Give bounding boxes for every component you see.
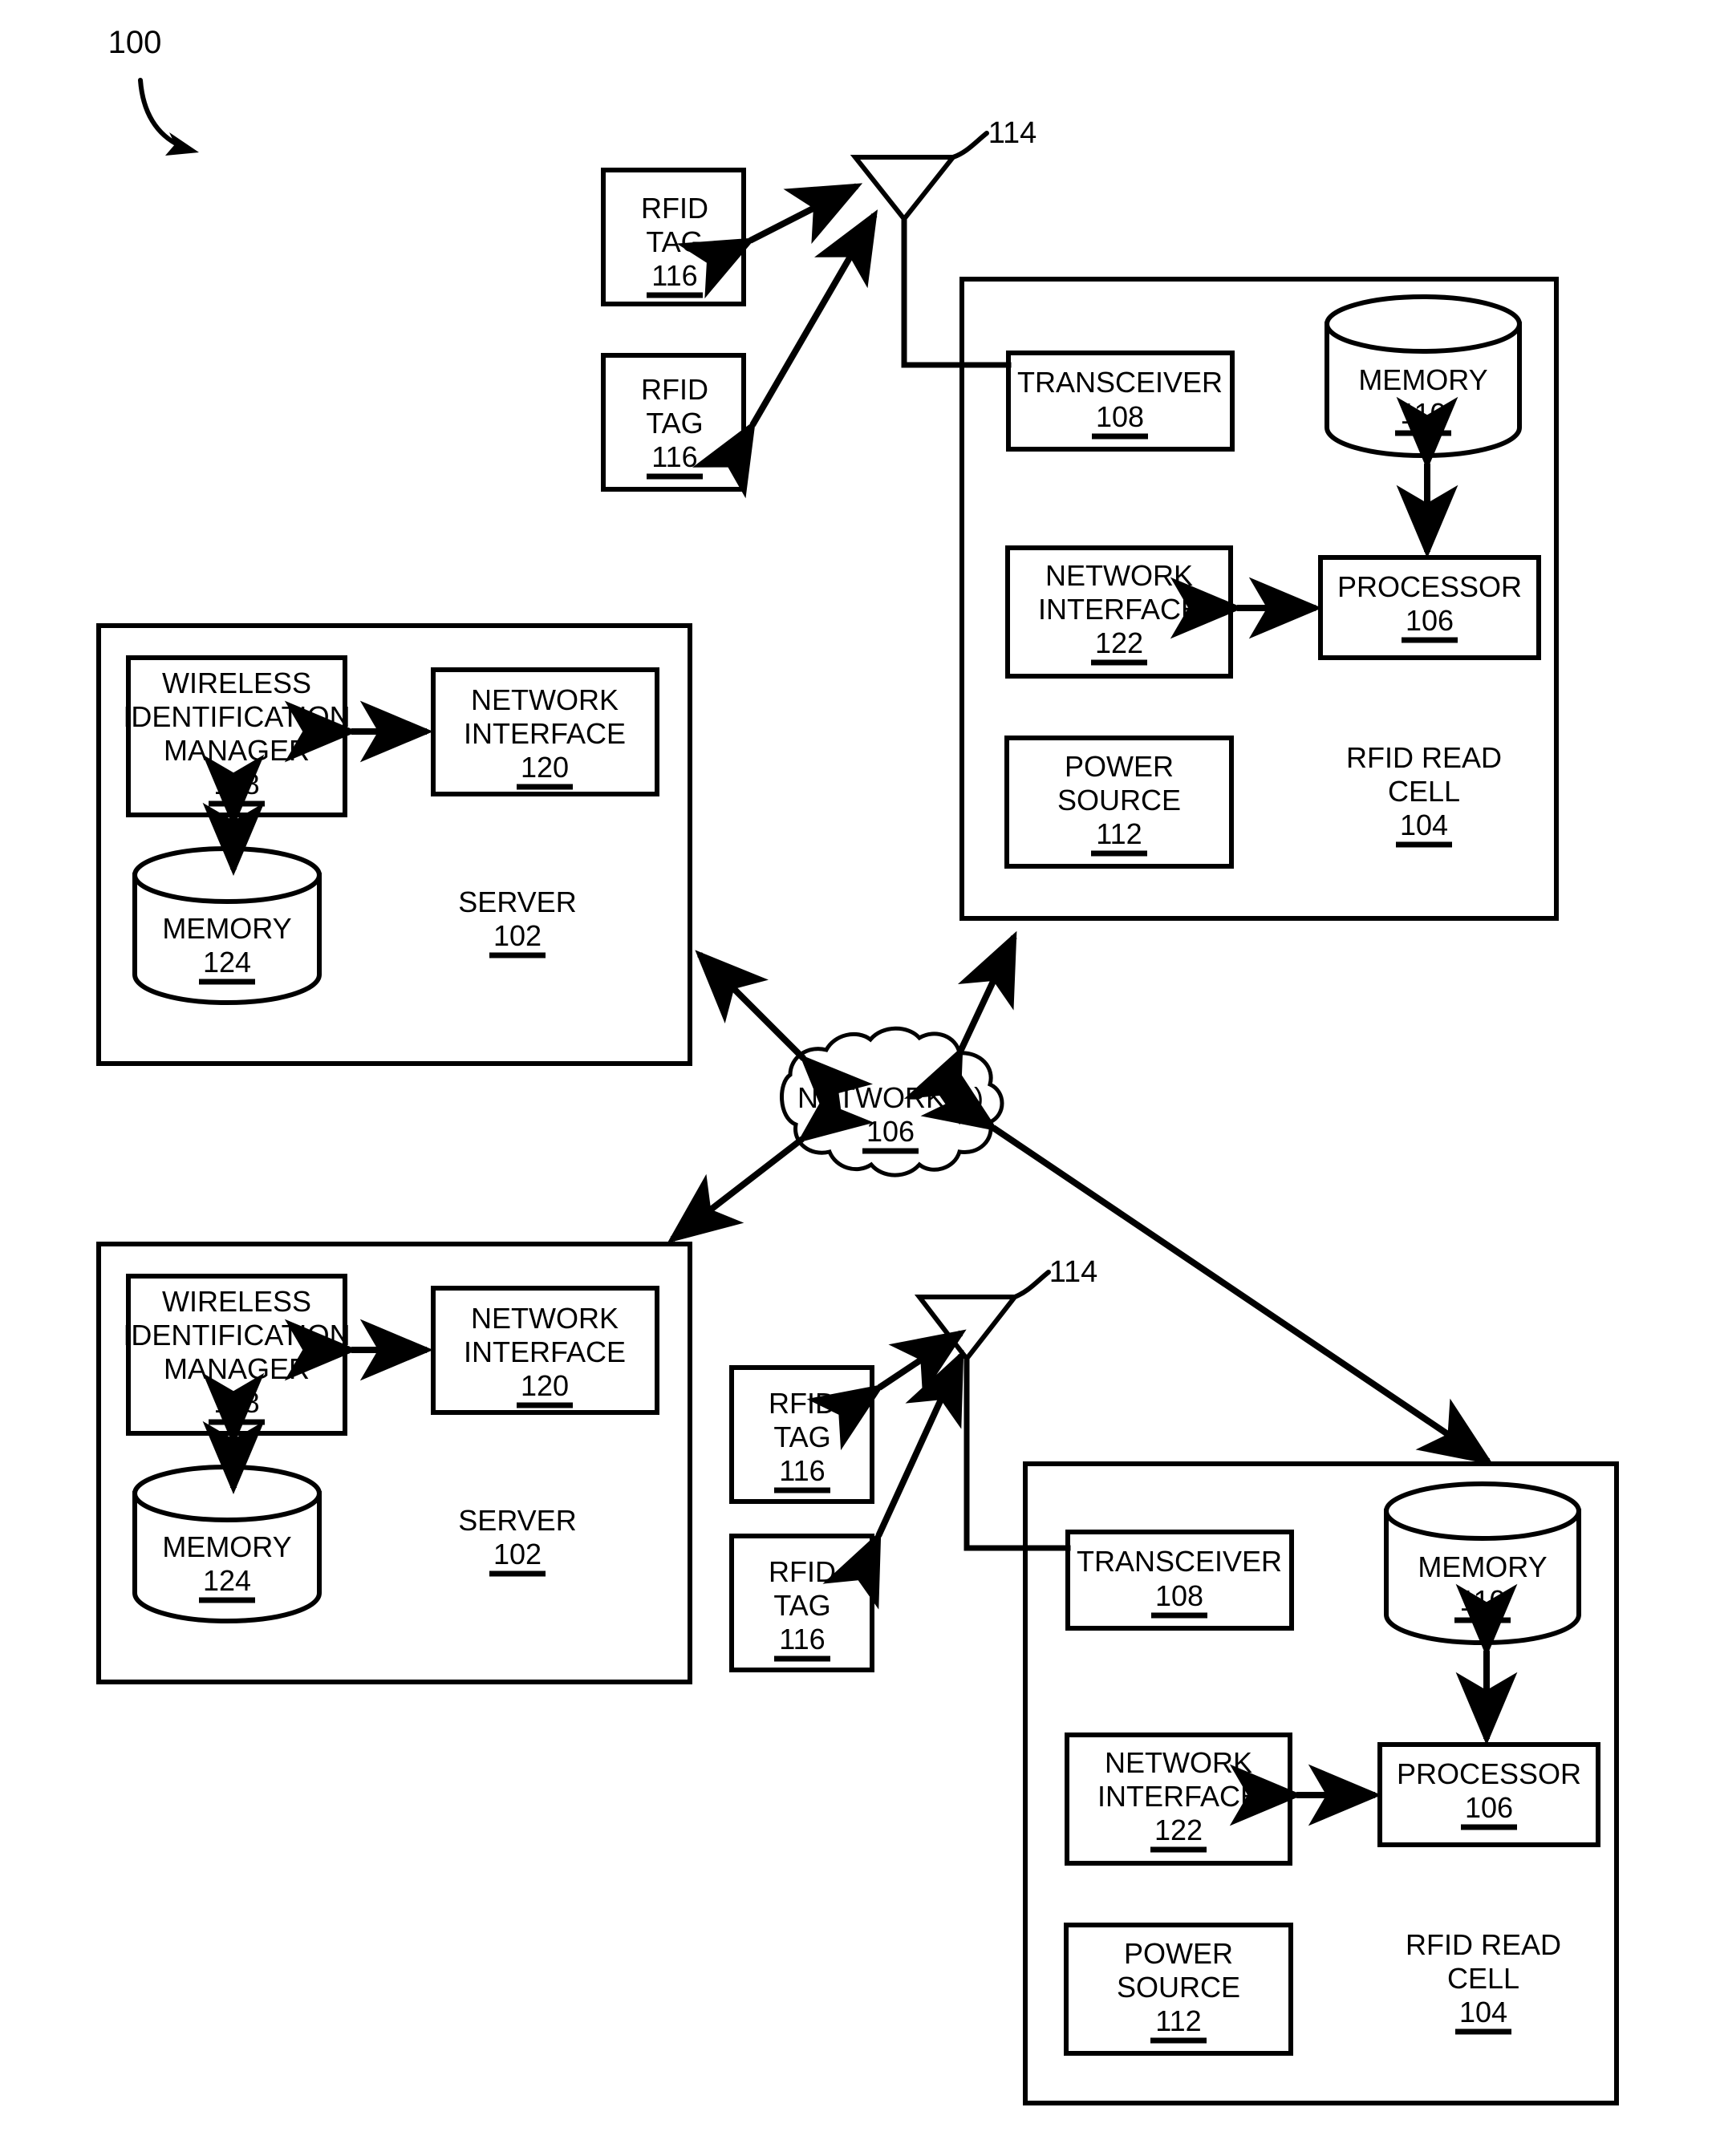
cloud-bottom-cell-link [920, 1064, 1494, 1465]
network-cloud-ref: 106 [866, 1115, 915, 1148]
transceiver-label: TRANSCEIVER [1017, 366, 1223, 399]
rfid-read-cell-line2: CELL [1388, 775, 1460, 808]
power-source-line2: SOURCE [1057, 784, 1181, 817]
rfid-tag-ref: 116 [651, 259, 697, 292]
network-interface-line1: NETWORK [471, 683, 619, 716]
network-cloud-label: NETWORK(S) [797, 1081, 984, 1114]
rfid-tag-ref: 116 [779, 1454, 825, 1487]
cloud-top-cell-link [903, 930, 1017, 1125]
server-title: SERVER [458, 1504, 576, 1537]
memory-label: MEMORY [162, 1530, 291, 1563]
wim-line3: MANAGER [164, 734, 310, 767]
rfid-tag-line2: TAG [646, 407, 703, 440]
network-interface-line2: INTERFACE [1038, 593, 1200, 626]
network-interface-ref: 122 [1154, 1814, 1203, 1846]
rfid-read-cell-ref: 104 [1459, 1996, 1507, 2028]
power-source-line2: SOURCE [1117, 1971, 1240, 2004]
server-ref: 102 [493, 919, 542, 952]
memory-ref: 124 [203, 946, 251, 979]
power-source-ref: 112 [1155, 2004, 1201, 2037]
antenna-ref: 114 [1049, 1255, 1098, 1289]
antenna-ref: 114 [988, 116, 1037, 150]
wim-line3: MANAGER [164, 1352, 310, 1385]
rfid-tag-line1: RFID [769, 1555, 836, 1588]
antenna-feed-wire [901, 216, 1012, 368]
memory-ref: 110 [1400, 397, 1446, 430]
network-interface-line1: NETWORK [471, 1302, 619, 1335]
rfid-tag-line1: RFID [641, 373, 708, 406]
figure-number: 100 [108, 25, 162, 60]
network-interface-line2: INTERFACE [1097, 1780, 1260, 1813]
figure-canvas: 100 RFID TAG 116 RFID TAG 116 114 TRANSC… [0, 0, 1716, 2156]
network-interface-ref: 120 [521, 751, 569, 784]
transceiver-ref: 108 [1096, 400, 1144, 433]
processor-label: PROCESSOR [1397, 1757, 1581, 1790]
rfid-tag-line2: TAG [773, 1420, 830, 1453]
diagram-svg: 100 RFID TAG 116 RFID TAG 116 114 TRANSC… [96, 25, 1619, 2105]
rfid-tag-ref: 116 [779, 1623, 825, 1656]
rfid-read-cell-line1: RFID READ [1406, 1928, 1561, 1961]
wim-ref: 118 [213, 1386, 259, 1419]
memory-label: MEMORY [1418, 1550, 1547, 1583]
transceiver-ref: 108 [1155, 1579, 1203, 1612]
wim-line2: IDENTIFICATION [123, 700, 350, 733]
memory-ref: 110 [1459, 1584, 1505, 1617]
network-interface-line2: INTERFACE [464, 1335, 626, 1368]
rfid-read-cell-line2: CELL [1447, 1962, 1519, 1995]
rfid-tag-line1: RFID [641, 192, 708, 225]
memory-label: MEMORY [162, 912, 291, 945]
antenna-leader [951, 131, 989, 160]
network-interface-ref: 120 [521, 1369, 569, 1402]
power-source-line1: POWER [1065, 750, 1174, 783]
server-title: SERVER [458, 886, 576, 918]
antenna-leader [1012, 1270, 1051, 1299]
cloud-top-server-link [695, 950, 873, 1128]
processor-label: PROCESSOR [1337, 570, 1522, 603]
network-interface-ref: 122 [1095, 626, 1143, 659]
processor-ref: 106 [1406, 604, 1454, 637]
rfid-tag-line2: TAG [773, 1589, 830, 1622]
antenna-icon [850, 155, 959, 223]
tag-antenna-link [676, 183, 863, 299]
power-source-line1: POWER [1124, 1937, 1233, 1970]
memory-ref: 124 [203, 1564, 251, 1597]
transceiver-label: TRANSCEIVER [1077, 1545, 1282, 1578]
network-interface-line1: NETWORK [1105, 1746, 1252, 1779]
rfid-read-cell-line1: RFID READ [1346, 741, 1502, 774]
rfid-tag-line2: TAG [646, 225, 703, 258]
wim-line1: WIRELESS [162, 1285, 311, 1318]
network-interface-line2: INTERFACE [464, 717, 626, 750]
wim-line1: WIRELESS [162, 667, 311, 699]
memory-label: MEMORY [1358, 363, 1487, 396]
rfid-tag-ref: 116 [651, 440, 697, 473]
server-ref: 102 [493, 1538, 542, 1570]
rfid-tag-line1: RFID [769, 1387, 836, 1420]
wim-line2: IDENTIFICATION [123, 1319, 350, 1352]
processor-ref: 106 [1465, 1791, 1513, 1824]
wim-ref: 118 [213, 768, 259, 800]
cloud-bottom-server-link [667, 1073, 874, 1243]
figure-leader-arrowhead [165, 132, 199, 156]
power-source-ref: 112 [1096, 817, 1142, 850]
tag-antenna-link [692, 209, 878, 499]
rfid-read-cell-ref: 104 [1400, 808, 1448, 841]
antenna-feed-wire [963, 1356, 1071, 1551]
network-interface-line1: NETWORK [1045, 559, 1193, 592]
